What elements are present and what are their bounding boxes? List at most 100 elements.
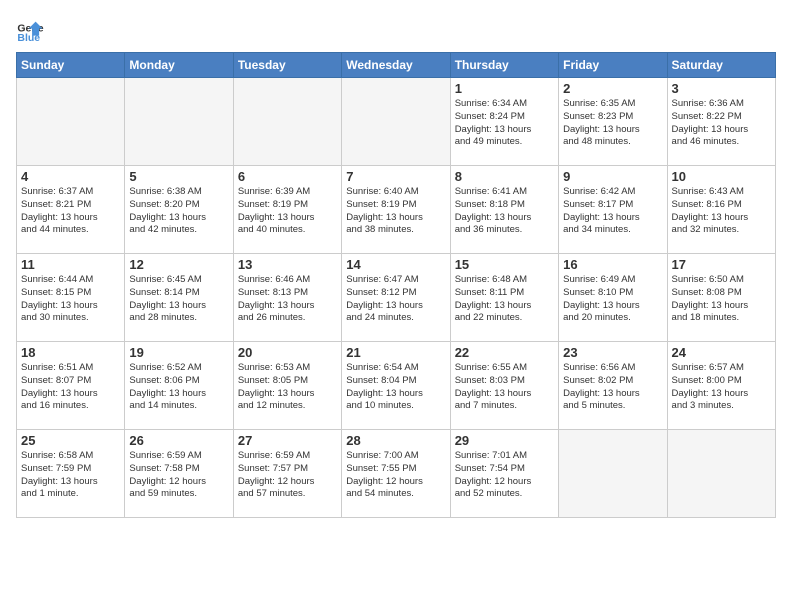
week-row-1: 1 Sunrise: 6:34 AMSunset: 8:24 PMDaylight…	[17, 78, 776, 166]
day-number: 11	[21, 257, 120, 272]
day-number: 15	[455, 257, 554, 272]
day-info: Sunrise: 6:59 AMSunset: 7:57 PMDaylight:…	[238, 450, 337, 501]
calendar-cell: 6 Sunrise: 6:39 AMSunset: 8:19 PMDaylight…	[233, 166, 341, 254]
day-info: Sunrise: 6:52 AMSunset: 8:06 PMDaylight:…	[129, 362, 228, 413]
calendar-cell: 20 Sunrise: 6:53 AMSunset: 8:05 PMDayligh…	[233, 342, 341, 430]
calendar-cell	[667, 430, 775, 518]
day-info: Sunrise: 6:36 AMSunset: 8:22 PMDaylight:…	[672, 98, 771, 149]
day-number: 26	[129, 433, 228, 448]
day-info: Sunrise: 6:34 AMSunset: 8:24 PMDaylight:…	[455, 98, 554, 149]
page-header: General Blue	[16, 16, 776, 44]
day-header-monday: Monday	[125, 53, 233, 78]
day-info: Sunrise: 6:45 AMSunset: 8:14 PMDaylight:…	[129, 274, 228, 325]
calendar-cell: 8 Sunrise: 6:41 AMSunset: 8:18 PMDaylight…	[450, 166, 558, 254]
day-number: 9	[563, 169, 662, 184]
day-info: Sunrise: 6:43 AMSunset: 8:16 PMDaylight:…	[672, 186, 771, 237]
calendar-cell: 17 Sunrise: 6:50 AMSunset: 8:08 PMDayligh…	[667, 254, 775, 342]
day-info: Sunrise: 7:01 AMSunset: 7:54 PMDaylight:…	[455, 450, 554, 501]
day-number: 4	[21, 169, 120, 184]
day-info: Sunrise: 6:42 AMSunset: 8:17 PMDaylight:…	[563, 186, 662, 237]
calendar-cell: 19 Sunrise: 6:52 AMSunset: 8:06 PMDayligh…	[125, 342, 233, 430]
calendar-cell: 26 Sunrise: 6:59 AMSunset: 7:58 PMDayligh…	[125, 430, 233, 518]
calendar-cell: 1 Sunrise: 6:34 AMSunset: 8:24 PMDaylight…	[450, 78, 558, 166]
day-info: Sunrise: 6:37 AMSunset: 8:21 PMDaylight:…	[21, 186, 120, 237]
day-info: Sunrise: 6:50 AMSunset: 8:08 PMDaylight:…	[672, 274, 771, 325]
day-info: Sunrise: 6:53 AMSunset: 8:05 PMDaylight:…	[238, 362, 337, 413]
week-row-5: 25Sunrise: 6:58 AMSunset: 7:59 PMDayligh…	[17, 430, 776, 518]
calendar-cell: 14 Sunrise: 6:47 AMSunset: 8:12 PMDayligh…	[342, 254, 450, 342]
day-number: 13	[238, 257, 337, 272]
day-number: 24	[672, 345, 771, 360]
calendar-cell: 15 Sunrise: 6:48 AMSunset: 8:11 PMDayligh…	[450, 254, 558, 342]
week-row-2: 4 Sunrise: 6:37 AMSunset: 8:21 PMDaylight…	[17, 166, 776, 254]
day-number: 5	[129, 169, 228, 184]
day-number: 27	[238, 433, 337, 448]
day-info: Sunrise: 6:44 AMSunset: 8:15 PMDaylight:…	[21, 274, 120, 325]
day-info: Sunrise: 6:40 AMSunset: 8:19 PMDaylight:…	[346, 186, 445, 237]
day-info: Sunrise: 6:48 AMSunset: 8:11 PMDaylight:…	[455, 274, 554, 325]
day-number: 14	[346, 257, 445, 272]
calendar-cell	[342, 78, 450, 166]
calendar-cell: 28Sunrise: 7:00 AMSunset: 7:55 PMDayligh…	[342, 430, 450, 518]
day-number: 12	[129, 257, 228, 272]
calendar-cell: 25Sunrise: 6:58 AMSunset: 7:59 PMDayligh…	[17, 430, 125, 518]
day-number: 19	[129, 345, 228, 360]
day-number: 8	[455, 169, 554, 184]
logo-icon: General Blue	[16, 16, 44, 44]
calendar-cell: 18Sunrise: 6:51 AMSunset: 8:07 PMDayligh…	[17, 342, 125, 430]
day-number: 3	[672, 81, 771, 96]
day-number: 29	[455, 433, 554, 448]
calendar-cell: 10 Sunrise: 6:43 AMSunset: 8:16 PMDayligh…	[667, 166, 775, 254]
day-info: Sunrise: 6:46 AMSunset: 8:13 PMDaylight:…	[238, 274, 337, 325]
day-number: 1	[455, 81, 554, 96]
calendar-cell: 5Sunrise: 6:38 AMSunset: 8:20 PMDaylight…	[125, 166, 233, 254]
calendar-cell: 29 Sunrise: 7:01 AMSunset: 7:54 PMDayligh…	[450, 430, 558, 518]
logo: General Blue	[16, 16, 48, 44]
calendar-cell: 12 Sunrise: 6:45 AMSunset: 8:14 PMDayligh…	[125, 254, 233, 342]
calendar-cell	[125, 78, 233, 166]
day-info: Sunrise: 6:51 AMSunset: 8:07 PMDaylight:…	[21, 362, 120, 413]
day-number: 22	[455, 345, 554, 360]
day-header-saturday: Saturday	[667, 53, 775, 78]
calendar-cell: 11 Sunrise: 6:44 AMSunset: 8:15 PMDayligh…	[17, 254, 125, 342]
day-header-tuesday: Tuesday	[233, 53, 341, 78]
calendar-cell: 13 Sunrise: 6:46 AMSunset: 8:13 PMDayligh…	[233, 254, 341, 342]
day-number: 20	[238, 345, 337, 360]
calendar-cell: 7 Sunrise: 6:40 AMSunset: 8:19 PMDaylight…	[342, 166, 450, 254]
calendar-cell	[233, 78, 341, 166]
calendar-cell: 24 Sunrise: 6:57 AMSunset: 8:00 PMDayligh…	[667, 342, 775, 430]
day-header-sunday: Sunday	[17, 53, 125, 78]
calendar-cell	[17, 78, 125, 166]
calendar-cell: 16 Sunrise: 6:49 AMSunset: 8:10 PMDayligh…	[559, 254, 667, 342]
week-row-4: 18Sunrise: 6:51 AMSunset: 8:07 PMDayligh…	[17, 342, 776, 430]
day-number: 28	[346, 433, 445, 448]
calendar-cell: 4 Sunrise: 6:37 AMSunset: 8:21 PMDaylight…	[17, 166, 125, 254]
day-number: 17	[672, 257, 771, 272]
day-info: Sunrise: 6:57 AMSunset: 8:00 PMDaylight:…	[672, 362, 771, 413]
day-info: Sunrise: 6:49 AMSunset: 8:10 PMDaylight:…	[563, 274, 662, 325]
day-info: Sunrise: 6:47 AMSunset: 8:12 PMDaylight:…	[346, 274, 445, 325]
day-info: Sunrise: 6:41 AMSunset: 8:18 PMDaylight:…	[455, 186, 554, 237]
week-row-3: 11 Sunrise: 6:44 AMSunset: 8:15 PMDayligh…	[17, 254, 776, 342]
day-info: Sunrise: 6:58 AMSunset: 7:59 PMDaylight:…	[21, 450, 120, 501]
day-number: 6	[238, 169, 337, 184]
calendar-table: SundayMondayTuesdayWednesdayThursdayFrid…	[16, 52, 776, 518]
day-info: Sunrise: 6:56 AMSunset: 8:02 PMDaylight:…	[563, 362, 662, 413]
day-info: Sunrise: 6:54 AMSunset: 8:04 PMDaylight:…	[346, 362, 445, 413]
day-header-thursday: Thursday	[450, 53, 558, 78]
calendar-cell: 3 Sunrise: 6:36 AMSunset: 8:22 PMDaylight…	[667, 78, 775, 166]
calendar-cell: 27 Sunrise: 6:59 AMSunset: 7:57 PMDayligh…	[233, 430, 341, 518]
calendar-cell: 2 Sunrise: 6:35 AMSunset: 8:23 PMDaylight…	[559, 78, 667, 166]
day-info: Sunrise: 6:35 AMSunset: 8:23 PMDaylight:…	[563, 98, 662, 149]
day-info: Sunrise: 6:39 AMSunset: 8:19 PMDaylight:…	[238, 186, 337, 237]
day-header-friday: Friday	[559, 53, 667, 78]
day-number: 7	[346, 169, 445, 184]
day-number: 16	[563, 257, 662, 272]
day-number: 10	[672, 169, 771, 184]
calendar-cell	[559, 430, 667, 518]
calendar-cell: 22Sunrise: 6:55 AMSunset: 8:03 PMDayligh…	[450, 342, 558, 430]
day-number: 2	[563, 81, 662, 96]
day-header-wednesday: Wednesday	[342, 53, 450, 78]
day-number: 23	[563, 345, 662, 360]
day-info: Sunrise: 6:59 AMSunset: 7:58 PMDaylight:…	[129, 450, 228, 501]
